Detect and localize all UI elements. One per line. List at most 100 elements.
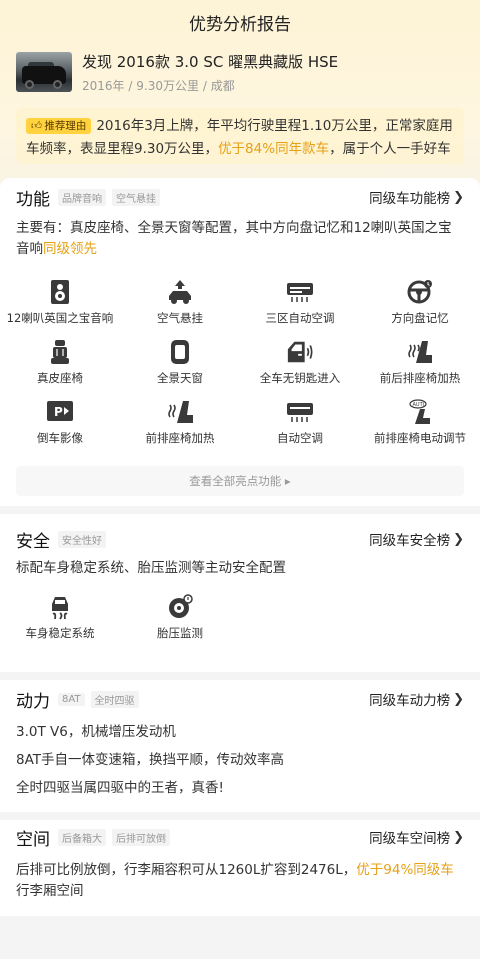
- feature-item[interactable]: 真皮座椅: [0, 338, 120, 398]
- feature-label: 前后排座椅加热: [379, 371, 461, 385]
- feature-item[interactable]: 胎压监测: [120, 593, 240, 653]
- space-description: 后排可比例放倒，行李厢容积可从1260L扩容到2476L，优于94%同级车行李厢…: [0, 860, 480, 902]
- sunroof-icon: [166, 338, 194, 366]
- space-desc-text: 后排可比例放倒，行李厢容积可从1260L扩容到2476L，: [16, 862, 357, 878]
- section-tag: 空气悬挂: [112, 188, 160, 206]
- feature-item[interactable]: 全车无钥匙进入: [240, 338, 360, 398]
- power-section: 动力 8AT 全时四驱 同级车动力榜 ❯ 3.0T V6，机械增压发动机 8AT…: [0, 680, 480, 812]
- section-tag: 安全性好: [58, 530, 106, 548]
- speaker-icon: [46, 278, 74, 306]
- power-rank-link[interactable]: 同级车动力榜 ❯: [369, 689, 464, 710]
- feature-label: 胎压监测: [157, 626, 203, 640]
- rank-link-label: 同级车空间榜: [369, 831, 451, 847]
- car-mileage: 9.30万公里: [136, 79, 199, 93]
- feature-label: 倒车影像: [37, 431, 83, 445]
- parking-camera-icon: P: [46, 398, 74, 426]
- safety-section: 安全 安全性好 同级车安全榜 ❯ 标配车身稳定系统、胎压监测等主动安全配置 车身…: [0, 514, 480, 672]
- feature-label: 三区自动空调: [265, 311, 335, 325]
- car-year: 2016年: [82, 79, 125, 93]
- thumbs-up-icon: 👍︎: [31, 120, 42, 132]
- space-section: 空间 后备箱大 后排可放倒 同级车空间榜 ❯ 后排可比例放倒，行李厢容积可从12…: [0, 820, 480, 916]
- feature-item[interactable]: 方向盘记忆: [360, 278, 480, 338]
- car-meta: 2016年 / 9.30万公里 / 成都: [82, 77, 338, 94]
- rank-link-label: 同级车动力榜: [369, 693, 451, 709]
- section-tag: 后排可放倒: [112, 828, 170, 846]
- feature-item[interactable]: 12喇叭英国之宝音响: [0, 278, 120, 338]
- feature-item[interactable]: 三区自动空调: [240, 278, 360, 338]
- feature-desc-highlight: 同级领先: [43, 241, 97, 257]
- feature-label: 前排座椅加热: [145, 431, 215, 445]
- safety-grid: 车身稳定系统 胎压监测: [0, 593, 480, 653]
- section-tag: 后备箱大: [58, 828, 106, 846]
- feature-label: 空气悬挂: [157, 311, 203, 325]
- feature-label: 全车无钥匙进入: [259, 371, 341, 385]
- space-rank-link[interactable]: 同级车空间榜 ❯: [369, 827, 464, 848]
- feature-description: 主要有：真皮座椅、全景天窗等配置，其中方向盘记忆和12喇叭英国之宝音响同级领先: [0, 218, 480, 260]
- feature-item[interactable]: 车身稳定系统: [0, 593, 120, 653]
- rank-link-label: 同级车安全榜: [369, 533, 451, 549]
- feature-label: 全景天窗: [157, 371, 203, 385]
- power-seat-icon: AUTO: [406, 398, 434, 426]
- meta-separator: /: [202, 79, 207, 93]
- section-title: 动力: [16, 691, 50, 712]
- section-title: 安全: [16, 531, 50, 552]
- safety-rank-link[interactable]: 同级车安全榜 ❯: [369, 529, 464, 550]
- section-tag: 全时四驱: [90, 690, 139, 708]
- chevron-right-icon: ❯: [453, 691, 464, 707]
- chevron-right-icon: ❯: [453, 829, 464, 845]
- tire-pressure-icon: [166, 593, 194, 621]
- section-tag: 品牌音响: [58, 188, 106, 206]
- chevron-right-icon: ❯: [453, 531, 464, 547]
- space-desc-highlight: 优于94%同级车: [356, 862, 454, 878]
- recommend-badge: 👍︎ 推荐理由: [26, 118, 92, 134]
- feature-item[interactable]: 自动空调: [240, 398, 360, 458]
- car-info[interactable]: 发现 2016款 3.0 SC 曜黑典藏版 HSE 2016年 / 9.30万公…: [16, 52, 464, 94]
- car-title: 发现 2016款 3.0 SC 曜黑典藏版 HSE: [82, 53, 339, 71]
- feature-label: 真皮座椅: [37, 371, 83, 385]
- recommend-badge-label: 推荐理由: [44, 120, 87, 132]
- power-detail: 8AT手自一体变速箱，换挡平顺，传动效率高: [16, 752, 285, 768]
- meta-separator: /: [128, 79, 133, 93]
- space-desc-tail: 行李厢空间: [16, 883, 84, 899]
- section-title: 功能: [16, 189, 50, 210]
- svg-text:AUTO: AUTO: [413, 402, 427, 408]
- steering-wheel-icon: [406, 278, 434, 306]
- feature-label: 12喇叭英国之宝音响: [6, 311, 114, 325]
- power-detail: 3.0T V6，机械增压发动机: [16, 724, 176, 740]
- feature-label: 自动空调: [277, 431, 323, 445]
- section-title: 空间: [16, 829, 50, 850]
- feature-label: 前排座椅电动调节: [374, 431, 466, 445]
- front-seat-heat-icon: [166, 398, 194, 426]
- feature-label: 车身稳定系统: [25, 626, 95, 640]
- feature-item[interactable]: AUTO 前排座椅电动调节: [360, 398, 480, 458]
- reason-text-tail: ，属于个人一手好车: [329, 141, 451, 157]
- feature-grid: 12喇叭英国之宝音响 空气悬挂 三区自动空调 方向盘记忆 真皮座椅 全景天窗 全…: [0, 278, 480, 458]
- car-thumbnail[interactable]: [16, 52, 72, 92]
- rank-link-label: 同级车功能榜: [369, 191, 451, 207]
- page-title: 优势分析报告: [189, 14, 291, 35]
- feature-item[interactable]: P 倒车影像: [0, 398, 120, 458]
- feature-item[interactable]: 前排座椅加热: [120, 398, 240, 458]
- stability-control-icon: [46, 593, 74, 621]
- feature-rank-link[interactable]: 同级车功能榜 ❯: [369, 187, 464, 208]
- ac-unit-icon: [286, 278, 314, 306]
- feature-section: 功能 品牌音响 空气悬挂 同级车功能榜 ❯ 主要有：真皮座椅、全景天窗等配置，其…: [0, 178, 480, 506]
- section-tag: 8AT: [58, 692, 85, 706]
- feature-item[interactable]: 全景天窗: [120, 338, 240, 398]
- feature-item[interactable]: 空气悬挂: [120, 278, 240, 338]
- safety-description: 标配车身稳定系统、胎压监测等主动安全配置: [16, 560, 286, 576]
- air-suspension-icon: [166, 278, 194, 306]
- feature-item[interactable]: 前后排座椅加热: [360, 338, 480, 398]
- svg-text:P: P: [54, 405, 63, 419]
- chevron-right-icon: ❯: [453, 189, 464, 205]
- recommend-reason: 👍︎ 推荐理由 2016年3月上牌，年平均行驶里程1.10万公里，正常家庭用车频…: [16, 108, 464, 164]
- reason-highlight: 优于84%同年款车: [218, 141, 330, 157]
- keyless-door-icon: [286, 338, 314, 366]
- power-detail: 全时四驱当属四驱中的王者，真香!: [16, 780, 224, 796]
- view-all-features-button[interactable]: 查看全部亮点功能 ▸: [16, 466, 464, 496]
- auto-ac-icon: [286, 398, 314, 426]
- car-city: 成都: [210, 79, 235, 93]
- seat-heat-icon: [406, 338, 434, 366]
- feature-label: 方向盘记忆: [391, 311, 449, 325]
- leather-seat-icon: [46, 338, 74, 366]
